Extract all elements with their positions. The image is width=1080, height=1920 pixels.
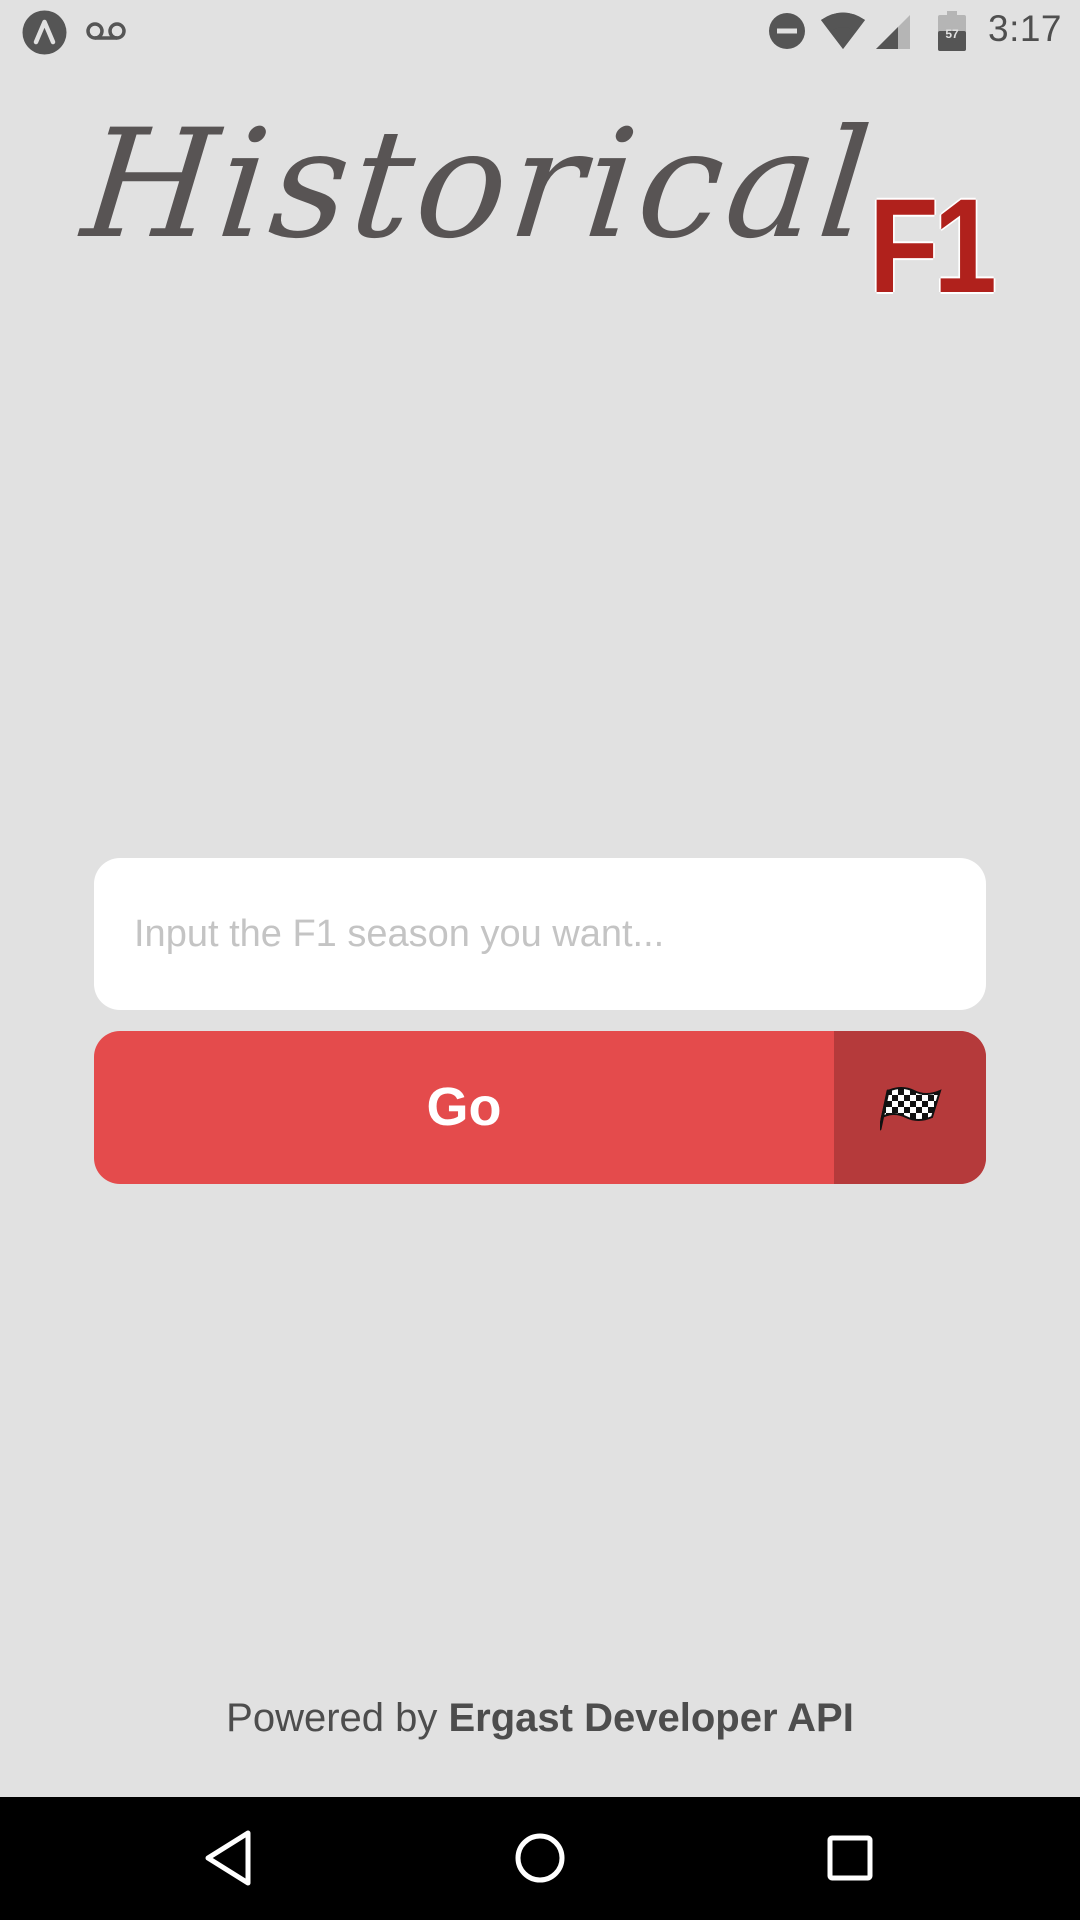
app-logo: Historical F1 — [76, 98, 1005, 314]
do-not-disturb-icon — [769, 13, 805, 49]
season-input[interactable] — [94, 858, 986, 1010]
battery-level-text: 57 — [945, 27, 959, 41]
cell-signal-icon — [876, 15, 910, 49]
status-bar: 57 3:17 — [0, 0, 1080, 63]
logo-script-text: Historical — [75, 98, 882, 272]
logo-f1-badge: F1 — [869, 172, 997, 321]
system-nav-bar — [0, 1797, 1080, 1920]
status-time: 3:17 — [988, 8, 1063, 49]
go-button[interactable]: Go — [94, 1031, 986, 1184]
voicemail-icon — [86, 22, 126, 40]
back-icon[interactable] — [196, 1825, 262, 1891]
checkered-flag-icon — [880, 1087, 942, 1131]
battery-icon: 57 — [938, 11, 966, 51]
footer-prefix: Powered by — [226, 1696, 449, 1740]
wifi-icon — [821, 12, 865, 49]
recents-icon[interactable] — [817, 1825, 883, 1891]
go-button-icon-area — [834, 1031, 986, 1184]
app-notification-icon — [22, 10, 67, 55]
home-icon[interactable] — [507, 1825, 573, 1891]
go-button-label: Go — [426, 1077, 502, 1137]
footer-api-link[interactable]: Ergast Developer API — [449, 1696, 854, 1740]
footer-credit: Powered by Ergast Developer API — [0, 1696, 1080, 1741]
